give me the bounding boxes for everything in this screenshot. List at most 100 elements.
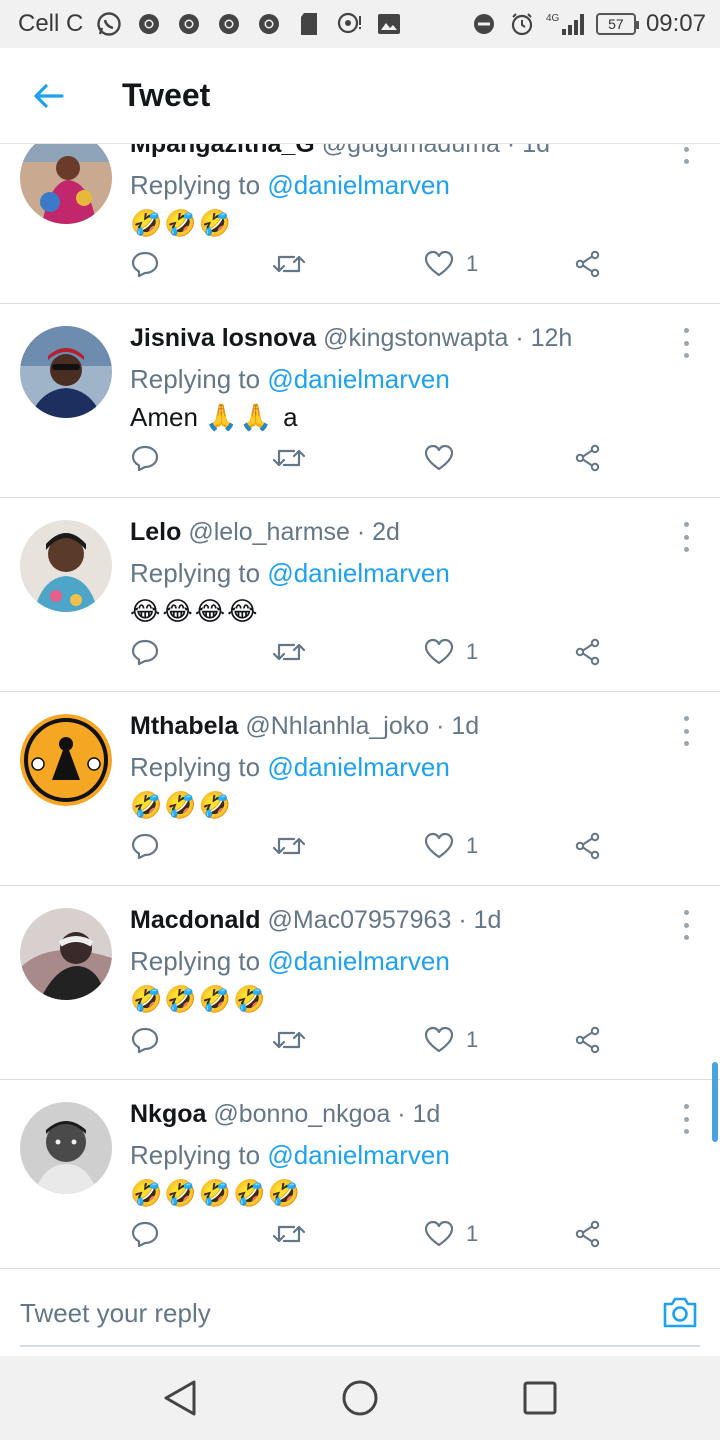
page-title: Tweet xyxy=(122,77,211,113)
share-button[interactable] xyxy=(574,634,602,670)
nav-recents-button[interactable] xyxy=(520,1378,560,1418)
more-options-icon[interactable] xyxy=(674,1104,698,1134)
tweet-item[interactable]: Nkgoa @bonno_nkgoa · 1d Replying to @dan… xyxy=(0,1080,720,1268)
gallery-icon xyxy=(375,10,403,38)
more-options-icon[interactable] xyxy=(674,144,698,164)
handle[interactable]: @kingstonwapta xyxy=(323,324,508,352)
mention-link[interactable]: @danielmarven xyxy=(267,946,449,976)
tweet-item[interactable]: Mpangazitha_G @gugumaduma · 1d Replying … xyxy=(0,144,720,304)
replying-label: Replying to xyxy=(130,364,268,394)
tweet-text: 🤣🤣🤣 xyxy=(130,208,234,238)
camera-button[interactable] xyxy=(662,1295,698,1329)
avatar[interactable] xyxy=(20,1102,112,1194)
mention-link[interactable]: @danielmarven xyxy=(267,752,449,782)
home-circle-icon xyxy=(342,1380,378,1416)
share-button[interactable] xyxy=(574,246,602,282)
tweet-item[interactable]: Macdonald @Mac07957963 · 1d Replying to … xyxy=(0,886,720,1080)
avatar[interactable] xyxy=(20,520,112,612)
tweet-item[interactable]: Lelo @lelo_harmse · 2d Replying to @dani… xyxy=(0,498,720,692)
display-name[interactable]: Jisniva losnova xyxy=(130,324,316,352)
display-name[interactable]: Macdonald xyxy=(130,906,261,934)
share-button[interactable] xyxy=(574,828,602,864)
clock: 09:07 xyxy=(645,10,706,37)
avatar[interactable] xyxy=(20,326,112,418)
status-bar: Cell C 4G 57 09:07 xyxy=(0,0,720,48)
like-button[interactable]: 1 xyxy=(424,246,478,282)
avatar[interactable] xyxy=(20,144,112,224)
carrier-label: Cell C xyxy=(18,10,84,37)
tweet-header: Lelo @lelo_harmse · 2d xyxy=(130,518,400,546)
tweet-header: Mthabela @Nhlanhla_joko · 1d xyxy=(130,712,480,740)
timestamp: 2d xyxy=(372,518,400,546)
like-button[interactable]: 1 xyxy=(424,828,478,864)
reply-button[interactable] xyxy=(130,828,160,864)
like-button[interactable]: 1 xyxy=(424,1022,478,1058)
mention-link[interactable]: @danielmarven xyxy=(267,1140,449,1170)
tweet-item[interactable]: Jisniva losnova @kingstonwapta · 12h Rep… xyxy=(0,304,720,498)
comment-icon xyxy=(131,1027,159,1054)
alarm-icon xyxy=(508,10,536,38)
retweet-button[interactable] xyxy=(272,828,306,864)
tweet-actions: 1 xyxy=(130,1216,610,1252)
retweet-button[interactable] xyxy=(272,440,306,476)
hotspot-icon xyxy=(335,10,363,38)
share-button[interactable] xyxy=(574,440,602,476)
battery-icon: 57 xyxy=(595,13,639,35)
avatar[interactable] xyxy=(20,714,112,806)
handle[interactable]: @Mac07957963 xyxy=(268,906,452,934)
comment-icon xyxy=(131,1221,159,1248)
like-button[interactable] xyxy=(424,440,466,476)
reply-button[interactable] xyxy=(130,634,160,670)
retweet-icon xyxy=(272,1031,306,1049)
tweet-actions xyxy=(130,440,610,476)
input-underline xyxy=(20,1345,700,1347)
share-button[interactable] xyxy=(574,1216,602,1252)
retweet-button[interactable] xyxy=(272,1216,306,1252)
share-button[interactable] xyxy=(574,1022,602,1058)
retweet-button[interactable] xyxy=(272,1022,306,1058)
more-options-icon[interactable] xyxy=(674,910,698,940)
retweet-icon xyxy=(272,643,306,661)
display-name[interactable]: Nkgoa xyxy=(130,1100,206,1128)
retweet-button[interactable] xyxy=(272,634,306,670)
like-button[interactable]: 1 xyxy=(424,634,478,670)
display-name[interactable]: Mpangazitha_G xyxy=(130,144,315,158)
recents-square-icon xyxy=(523,1381,557,1415)
reply-button[interactable] xyxy=(130,246,160,282)
retweet-icon xyxy=(272,255,306,273)
like-button[interactable]: 1 xyxy=(424,1216,478,1252)
replies-list[interactable]: Mpangazitha_G @gugumaduma · 1d Replying … xyxy=(0,144,720,1268)
reply-input[interactable] xyxy=(20,1283,640,1343)
reply-composer xyxy=(0,1268,720,1356)
nav-home-button[interactable] xyxy=(340,1378,380,1418)
tweet-actions: 1 xyxy=(130,1022,610,1058)
timestamp: 12h xyxy=(530,324,573,352)
chrome-icon xyxy=(175,10,203,38)
handle[interactable]: @Nhlanhla_joko xyxy=(245,712,429,740)
display-name[interactable]: Mthabela xyxy=(130,712,238,740)
nav-back-button[interactable] xyxy=(160,1378,200,1418)
avatar[interactable] xyxy=(20,908,112,1000)
handle[interactable]: @bonno_nkgoa xyxy=(213,1100,390,1128)
handle[interactable]: @gugumaduma xyxy=(322,144,500,158)
tweet-item[interactable]: Mthabela @Nhlanhla_joko · 1d Replying to… xyxy=(0,692,720,886)
reply-button[interactable] xyxy=(130,1022,160,1058)
more-options-icon[interactable] xyxy=(674,328,698,358)
more-options-icon[interactable] xyxy=(674,716,698,746)
scrollbar-thumb[interactable] xyxy=(712,1062,718,1142)
retweet-button[interactable] xyxy=(272,246,306,282)
more-options-icon[interactable] xyxy=(674,522,698,552)
reply-button[interactable] xyxy=(130,1216,160,1252)
tweet-header: Jisniva losnova @kingstonwapta · 12h xyxy=(130,324,573,352)
replying-label: Replying to xyxy=(130,558,268,588)
display-name[interactable]: Lelo xyxy=(130,518,181,546)
tweet-actions: 1 xyxy=(130,634,610,670)
replying-to: Replying to @danielmarven xyxy=(130,1140,450,1171)
mention-link[interactable]: @danielmarven xyxy=(267,170,449,200)
back-button[interactable] xyxy=(16,64,80,128)
mention-link[interactable]: @danielmarven xyxy=(267,558,449,588)
reply-button[interactable] xyxy=(130,440,160,476)
mention-link[interactable]: @danielmarven xyxy=(267,364,449,394)
share-icon xyxy=(575,832,600,860)
handle[interactable]: @lelo_harmse xyxy=(188,518,350,546)
